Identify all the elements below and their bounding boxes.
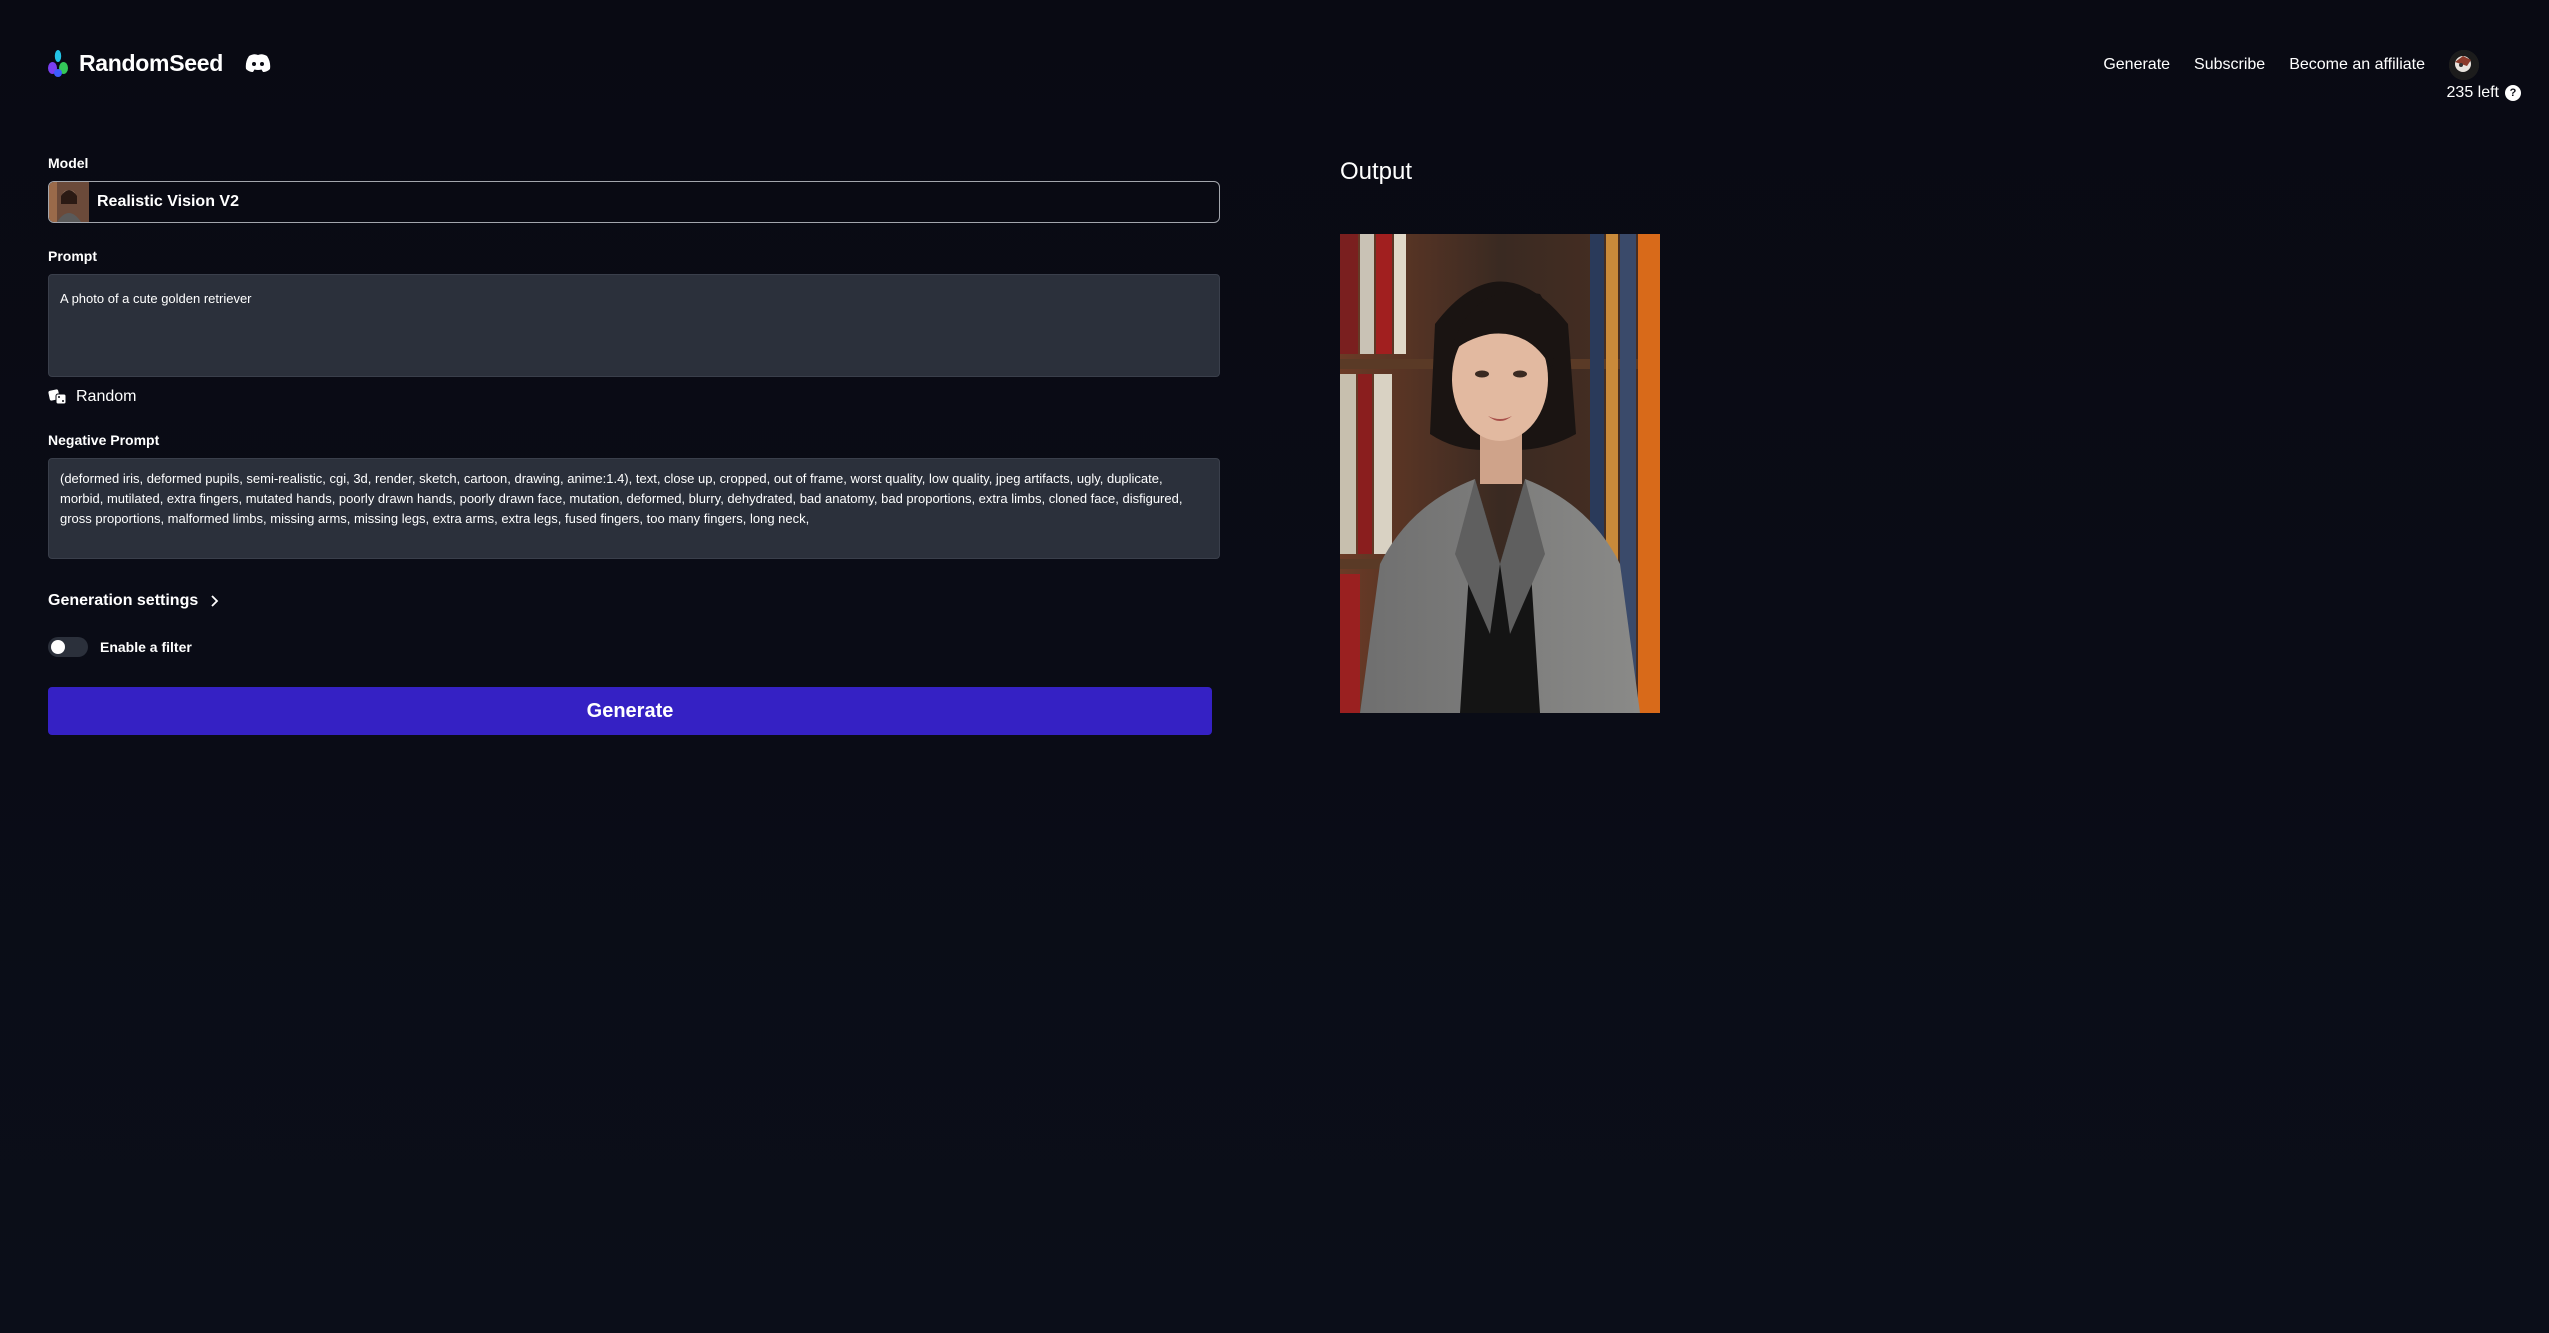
credits: 235 left ? [2447,84,2521,102]
discord-icon[interactable] [245,53,271,73]
prompt-input[interactable]: A photo of a cute golden retriever [48,274,1220,377]
negative-prompt-label: Negative Prompt [48,432,160,448]
top-nav: Generate Subscribe Become an affiliate [2103,50,2479,80]
credits-remaining: 235 left [2446,84,2499,101]
brand-name: RandomSeed [79,49,223,76]
negative-prompt-text: (deformed iris, deformed pupils, semi-re… [60,471,1183,526]
portrait-image-icon [1340,234,1660,713]
filter-toggle[interactable] [48,637,88,657]
toggle-knob [51,640,65,654]
dice-icon [48,389,67,405]
nav-generate[interactable]: Generate [2103,56,2170,74]
prompt-text: A photo of a cute golden retriever [60,291,252,306]
negative-prompt-input[interactable]: (deformed iris, deformed pupils, semi-re… [48,458,1220,559]
page: RandomSeed Generate Subscribe Become an … [0,0,2549,1333]
chevron-right-icon [211,595,219,607]
help-icon[interactable]: ? [2505,85,2521,101]
model-name: Realistic Vision V2 [97,193,239,210]
model-label: Model [48,155,89,171]
nav-subscribe[interactable]: Subscribe [2194,56,2265,74]
generation-form: Model Realistic Vision V2 Prompt A photo… [48,155,1220,735]
model-select[interactable]: Realistic Vision V2 [48,181,1220,223]
prompt-label: Prompt [48,248,97,264]
avatar-image-icon [2449,50,2479,80]
output-title: Output [1340,158,1413,185]
model-thumbnail-icon [49,182,89,222]
output-image[interactable] [1340,234,1660,713]
generation-settings-label: Generation settings [48,592,199,609]
random-button[interactable]: Random [48,388,1220,406]
nav-become-affiliate[interactable]: Become an affiliate [2289,56,2425,74]
random-label: Random [76,388,137,405]
brand[interactable]: RandomSeed [47,48,271,78]
brand-logo-icon [48,50,68,77]
generate-button[interactable]: Generate [48,687,1212,735]
filter-label: Enable a filter [100,639,192,655]
avatar[interactable] [2449,50,2479,80]
model-thumbnail [49,182,89,222]
generation-settings-toggle[interactable]: Generation settings [48,592,1220,610]
filter-row: Enable a filter [48,637,1220,657]
